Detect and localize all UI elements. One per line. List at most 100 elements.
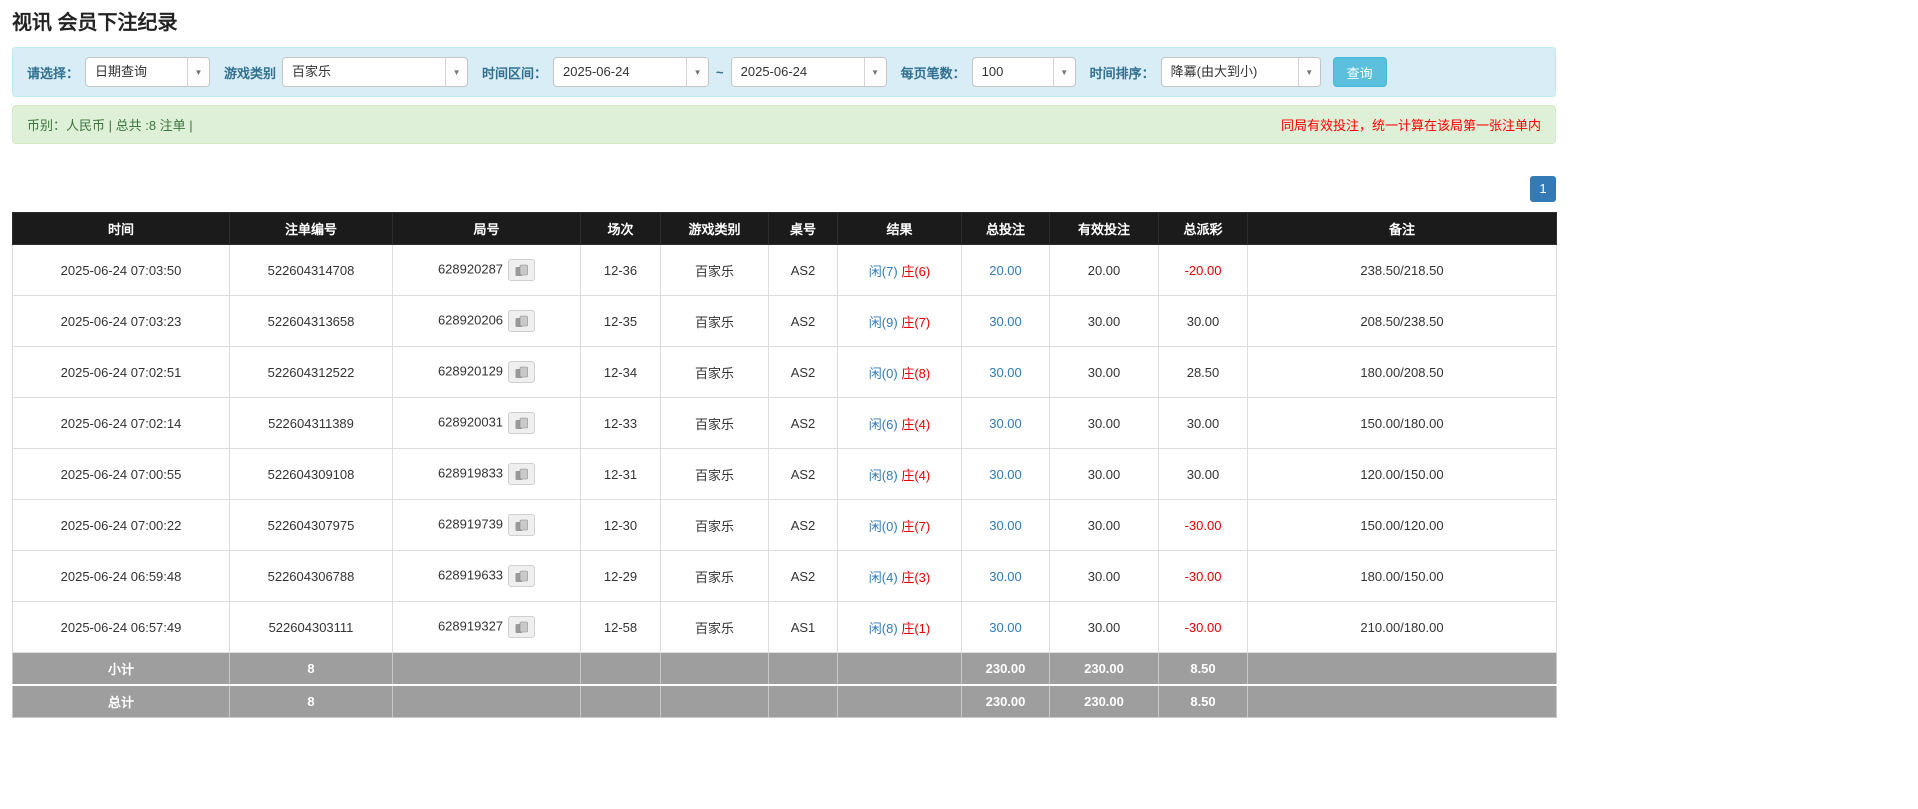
game-type-select[interactable]: 百家乐 ▼ <box>282 57 469 87</box>
total-bet-link[interactable]: 20.00 <box>989 263 1022 278</box>
remark-cell: 180.00/208.50 <box>1247 346 1557 398</box>
table-no-cell: AS2 <box>768 295 838 347</box>
result-player: 闲(7) <box>868 263 898 279</box>
search-button[interactable]: 查询 <box>1332 57 1387 87</box>
cards-icon <box>515 366 528 378</box>
bet-id-cell: 522604314708 <box>229 244 393 296</box>
result-banker: 庄(1) <box>901 620 931 636</box>
column-header: 有效投注 <box>1049 212 1159 245</box>
table-no-cell: AS2 <box>768 550 838 602</box>
bet-id-cell: 522604303111 <box>229 601 393 653</box>
total-bet-link[interactable]: 30.00 <box>989 620 1022 635</box>
column-header: 备注 <box>1247 212 1557 245</box>
column-header: 结果 <box>837 212 962 245</box>
total-bet-cell: 20.00 <box>961 244 1050 296</box>
total-bet-link[interactable]: 30.00 <box>989 416 1022 431</box>
summary-empty <box>1247 684 1557 718</box>
page-size-value: 100 <box>981 64 1004 79</box>
cards-icon <box>515 315 528 327</box>
view-cards-button[interactable] <box>508 463 536 485</box>
round-id: 628920031 <box>437 414 504 430</box>
table-body: 2025-06-24 07:03:50 522604314708 628920287… <box>12 244 1557 653</box>
round-id: 628919327 <box>437 618 504 634</box>
game-type-cell: 百家乐 <box>660 550 769 602</box>
date-from-select[interactable]: 2025-06-24 ▼ <box>553 57 710 87</box>
subtotal-row: 小计 8 230.00 230.00 8.50 <box>12 652 1557 686</box>
date-to-select[interactable]: 2025-06-24 ▼ <box>730 57 887 87</box>
result-cell: 闲(9) 庄(7) <box>837 295 962 347</box>
round-id-cell: 628919833 <box>392 448 581 500</box>
summary-label: 总计 <box>12 684 230 718</box>
result-cell: 闲(4) 庄(3) <box>837 550 962 602</box>
cards-icon <box>515 417 528 429</box>
view-cards-button[interactable] <box>508 310 536 332</box>
round-id-cell: 628919633 <box>392 550 581 602</box>
valid-bet-cell: 30.00 <box>1049 499 1159 551</box>
total-bet-link[interactable]: 30.00 <box>989 518 1022 533</box>
summary-payout: 8.50 <box>1158 684 1248 718</box>
chevron-down-icon[interactable]: ▼ <box>1052 58 1075 86</box>
game-type-cell: 百家乐 <box>660 448 769 500</box>
remark-cell: 238.50/218.50 <box>1247 244 1557 296</box>
view-cards-button[interactable] <box>508 361 536 383</box>
total-bet-link[interactable]: 30.00 <box>989 314 1022 329</box>
time-cell: 2025-06-24 07:03:50 <box>12 244 230 296</box>
summary-empty <box>768 652 838 686</box>
round-id: 628919633 <box>437 567 504 583</box>
table-header: 时间 注单编号 局号 场次 游戏类别 桌号 结果 总投注 有效投注 总派彩 备注 <box>12 212 1557 245</box>
summary-empty <box>837 652 962 686</box>
total-bet-link[interactable]: 30.00 <box>989 467 1022 482</box>
valid-bet-cell: 30.00 <box>1049 448 1159 500</box>
remark-cell: 210.00/180.00 <box>1247 601 1557 653</box>
page-1-button[interactable]: 1 <box>1530 176 1556 202</box>
table-no-cell: AS2 <box>768 448 838 500</box>
table-row: 2025-06-24 07:00:22 522604307975 628919739… <box>12 499 1557 551</box>
chevron-down-icon[interactable]: ▼ <box>445 58 468 86</box>
time-cell: 2025-06-24 06:57:49 <box>12 601 230 653</box>
view-cards-button[interactable] <box>508 565 536 587</box>
session-cell: 12-31 <box>580 448 661 500</box>
view-cards-button[interactable] <box>508 514 536 536</box>
round-id-cell: 628920206 <box>392 295 581 347</box>
chevron-down-icon[interactable]: ▼ <box>863 58 886 86</box>
currency-summary-text: 币别：人民币 | 总共 :8 注单 | <box>27 118 193 133</box>
total-bet-cell: 30.00 <box>961 550 1050 602</box>
remark-cell: 150.00/120.00 <box>1247 499 1557 551</box>
view-cards-button[interactable] <box>508 412 536 434</box>
summary-count: 8 <box>229 684 393 718</box>
game-type-cell: 百家乐 <box>660 397 769 449</box>
total-bet-cell: 30.00 <box>961 295 1050 347</box>
session-cell: 12-29 <box>580 550 661 602</box>
total-bet-link[interactable]: 30.00 <box>989 365 1022 380</box>
settlement-note-text: 同局有效投注，统一计算在该局第一张注单内 <box>1280 118 1541 133</box>
view-cards-button[interactable] <box>508 259 536 281</box>
remark-cell: 180.00/150.00 <box>1247 550 1557 602</box>
game-type-cell: 百家乐 <box>660 244 769 296</box>
result-cell: 闲(7) 庄(6) <box>837 244 962 296</box>
page-size-select[interactable]: 100 ▼ <box>971 57 1076 87</box>
view-cards-button[interactable] <box>508 616 536 638</box>
query-type-select[interactable]: 日期查询 ▼ <box>85 57 211 87</box>
pagination: 1 <box>12 176 1556 202</box>
sort-order-select[interactable]: 降冪(由大到小) ▼ <box>1160 57 1321 87</box>
chevron-down-icon[interactable]: ▼ <box>187 58 210 86</box>
total-bet-link[interactable]: 30.00 <box>989 569 1022 584</box>
total-bet-cell: 30.00 <box>961 346 1050 398</box>
round-id: 628920206 <box>437 312 504 328</box>
bet-id-cell: 522604306788 <box>229 550 393 602</box>
round-id: 628920129 <box>437 363 504 379</box>
sort-order-label: 时间排序： <box>1089 65 1155 81</box>
total-row: 总计 8 230.00 230.00 8.50 <box>12 684 1557 718</box>
column-header: 游戏类别 <box>660 212 769 245</box>
chevron-down-icon[interactable]: ▼ <box>686 58 709 86</box>
result-player: 闲(4) <box>868 569 898 585</box>
game-type-cell: 百家乐 <box>660 346 769 398</box>
remark-cell: 150.00/180.00 <box>1247 397 1557 449</box>
summary-empty <box>660 652 769 686</box>
result-banker: 庄(7) <box>901 314 931 330</box>
result-banker: 庄(4) <box>901 467 931 483</box>
round-id-cell: 628919739 <box>392 499 581 551</box>
chevron-down-icon[interactable]: ▼ <box>1297 58 1320 86</box>
filter-bar: 请选择： 日期查询 ▼ 游戏类别 百家乐 ▼ 时间区间： 2025-06-24 … <box>12 47 1556 97</box>
bet-id-cell: 522604312522 <box>229 346 393 398</box>
